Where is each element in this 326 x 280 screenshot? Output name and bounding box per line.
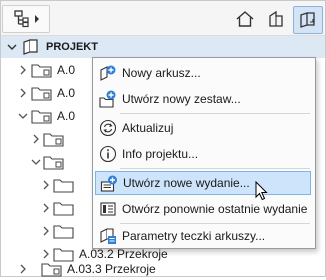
refresh-icon bbox=[99, 119, 117, 137]
layout-book-button[interactable] bbox=[293, 6, 323, 34]
mouse-pointer-icon bbox=[255, 180, 269, 204]
view-map-button[interactable] bbox=[263, 6, 291, 32]
navigator-panel: PROJEKT A.0 A.0 A.0 A.03.2 Przekroje A.0… bbox=[0, 0, 326, 277]
tree-row-label: A.03.3 Przekroje bbox=[67, 262, 156, 276]
chevron-right-icon[interactable] bbox=[41, 226, 51, 236]
tree-root-row[interactable]: PROJEKT bbox=[1, 36, 325, 58]
context-menu: Nowy arkusz... Utwórz nowy zestaw... Akt… bbox=[92, 57, 316, 249]
chevron-right-icon[interactable] bbox=[41, 203, 51, 213]
menu-separator bbox=[120, 168, 310, 169]
tree-row-label: A.0 bbox=[57, 109, 76, 123]
chevron-down-icon[interactable] bbox=[7, 42, 17, 52]
new-sheet-icon bbox=[99, 64, 117, 82]
navigator-toolbar bbox=[1, 1, 325, 36]
menu-item-new-set[interactable]: Utwórz nowy zestaw... bbox=[95, 87, 311, 111]
house-icon bbox=[235, 10, 255, 28]
subset-folder-icon bbox=[43, 131, 65, 150]
tree-row-label: A.0 bbox=[57, 86, 76, 100]
chevron-right-icon[interactable] bbox=[18, 88, 28, 98]
project-map-button[interactable] bbox=[231, 6, 259, 32]
new-issue-icon bbox=[100, 175, 118, 193]
info-icon bbox=[99, 145, 117, 163]
tree-hierarchy-icon bbox=[11, 9, 33, 29]
layout-sheet-icon bbox=[53, 177, 75, 196]
chevron-down-icon[interactable] bbox=[31, 157, 41, 167]
tree-root-label: PROJEKT bbox=[46, 41, 98, 53]
chevron-right-icon[interactable] bbox=[18, 264, 28, 274]
menu-item-label: Utwórz nowy zestaw... bbox=[122, 92, 241, 106]
subset-folder-icon bbox=[31, 108, 53, 127]
layout-sheet-icon bbox=[53, 223, 75, 242]
menu-item-label: Otwórz ponownie ostatnie wydanie bbox=[122, 202, 308, 216]
layout-book-icon bbox=[298, 11, 318, 29]
subset-folder-icon bbox=[43, 154, 65, 173]
menu-separator bbox=[120, 113, 310, 114]
menu-item-label: Utwórz nowe wydanie... bbox=[123, 176, 250, 190]
layout-sheet-icon bbox=[53, 200, 75, 219]
menu-item-label: Nowy arkusz... bbox=[122, 66, 201, 80]
menu-item-label: Info projektu... bbox=[122, 147, 199, 161]
view-map-icon bbox=[267, 10, 287, 28]
dropdown-arrow-icon bbox=[33, 14, 41, 24]
menu-item-refresh[interactable]: Aktualizuj bbox=[95, 116, 311, 140]
tree-options-button[interactable] bbox=[2, 5, 50, 33]
menu-item-label: Aktualizuj bbox=[122, 121, 174, 135]
chevron-down-icon[interactable] bbox=[18, 111, 28, 121]
menu-item-project-info[interactable]: Info projektu... bbox=[95, 142, 311, 166]
menu-item-reopen-issue[interactable]: Otwórz ponownie ostatnie wydanie bbox=[95, 197, 311, 221]
layout-book-icon bbox=[21, 38, 41, 59]
subset-folder-icon bbox=[31, 62, 53, 81]
tree-row-label: A.0 bbox=[57, 63, 76, 77]
menu-item-label: Parametry teczki arkuszy... bbox=[122, 229, 266, 243]
menu-item-new-issue[interactable]: Utwórz nowe wydanie... bbox=[95, 171, 311, 195]
folder-settings-icon bbox=[99, 227, 117, 245]
chevron-right-icon[interactable] bbox=[31, 134, 41, 144]
reopen-issue-icon bbox=[99, 200, 117, 218]
chevron-right-icon[interactable] bbox=[41, 180, 51, 190]
new-set-icon bbox=[99, 90, 117, 108]
subset-folder-icon bbox=[41, 261, 63, 280]
menu-item-new-sheet[interactable]: Nowy arkusz... bbox=[95, 61, 311, 85]
chevron-right-icon[interactable] bbox=[18, 65, 28, 75]
menu-item-folder-settings[interactable]: Parametry teczki arkuszy... bbox=[95, 224, 311, 248]
subset-folder-icon bbox=[31, 85, 53, 104]
